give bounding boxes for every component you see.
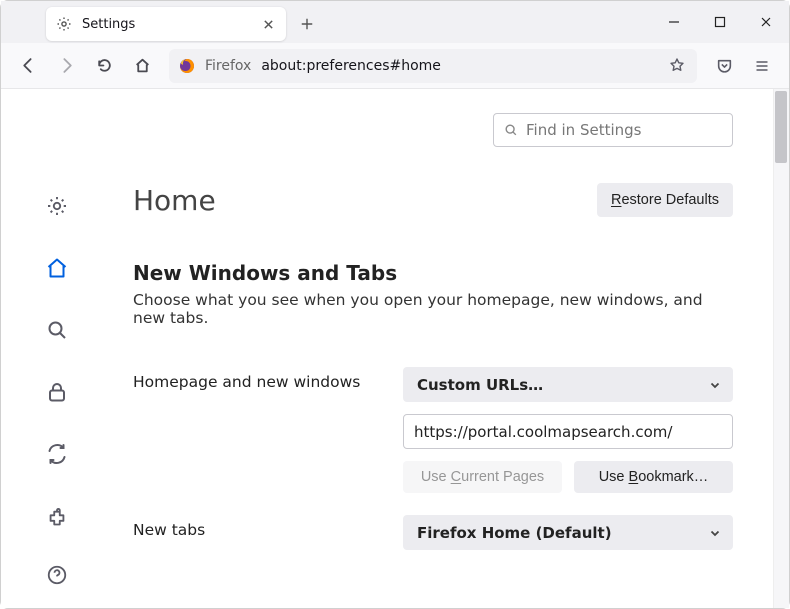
use-bookmark-button[interactable]: Use Bookmark… (574, 461, 733, 493)
chevron-down-icon (709, 527, 721, 539)
homepage-url-input[interactable]: https://portal.coolmapsearch.com/ (403, 414, 733, 449)
home-button[interactable] (125, 49, 159, 83)
preferences-sidebar (1, 89, 113, 608)
url-text: about:preferences#home (261, 58, 659, 74)
save-to-pocket-button[interactable] (707, 49, 741, 83)
reload-button[interactable] (87, 49, 121, 83)
sidebar-item-privacy[interactable] (42, 377, 72, 407)
page-title: Home (133, 184, 216, 217)
use-current-pages-button[interactable]: Use Current Pages (403, 461, 562, 493)
minimize-button[interactable] (651, 1, 697, 43)
close-window-button[interactable] (743, 1, 789, 43)
newtabs-label: New tabs (133, 515, 373, 539)
tab-title: Settings (82, 17, 250, 32)
search-placeholder: Find in Settings (526, 121, 641, 139)
close-tab-button[interactable] (260, 16, 276, 32)
sidebar-item-general[interactable] (42, 191, 72, 221)
app-menu-button[interactable] (745, 49, 779, 83)
restore-defaults-button[interactable]: Restore Defaults (597, 183, 733, 217)
firefox-icon (179, 58, 195, 74)
forward-button[interactable] (49, 49, 83, 83)
scrollbar-thumb[interactable] (775, 91, 787, 163)
sidebar-item-support[interactable] (42, 560, 72, 590)
url-identity-label: Firefox (205, 58, 251, 74)
section-description: Choose what you see when you open your h… (133, 291, 733, 327)
maximize-button[interactable] (697, 1, 743, 43)
bookmark-star-icon[interactable] (669, 57, 687, 75)
address-bar[interactable]: Firefox about:preferences#home (169, 49, 697, 83)
newtabs-mode-select[interactable]: Firefox Home (Default) (403, 515, 733, 550)
section-title: New Windows and Tabs (133, 261, 733, 285)
sidebar-item-sync[interactable] (42, 439, 72, 469)
browser-tab[interactable]: Settings (46, 7, 286, 41)
back-button[interactable] (11, 49, 45, 83)
chevron-down-icon (709, 379, 721, 391)
search-input[interactable]: Find in Settings (493, 113, 733, 147)
sidebar-item-home[interactable] (42, 253, 72, 283)
sidebar-item-extensions[interactable] (42, 504, 72, 534)
homepage-mode-select[interactable]: Custom URLs… (403, 367, 733, 402)
homepage-label: Homepage and new windows (133, 367, 373, 391)
new-tab-button[interactable] (292, 9, 322, 39)
scrollbar[interactable] (773, 89, 789, 608)
gear-icon (56, 16, 72, 32)
sidebar-item-search[interactable] (42, 315, 72, 345)
search-icon (504, 123, 518, 137)
